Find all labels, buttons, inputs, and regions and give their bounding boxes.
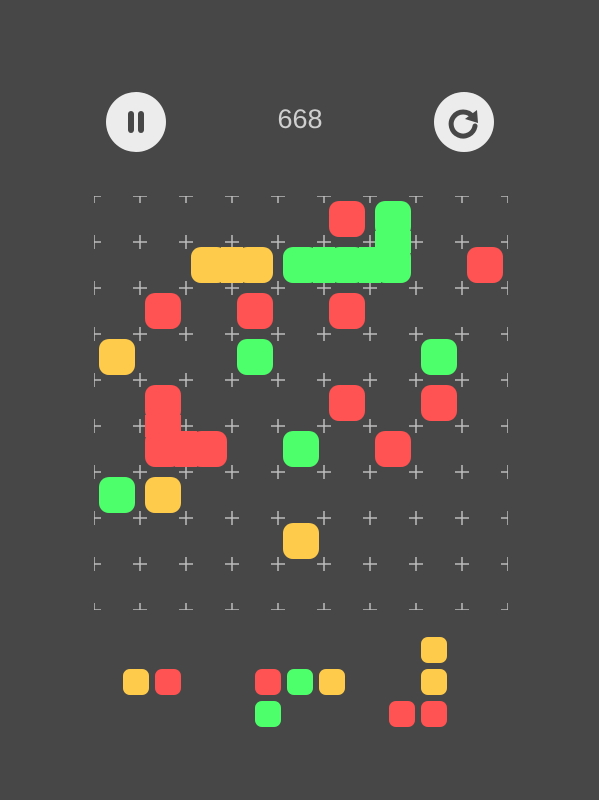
tray-block-yellow [319,669,345,695]
board-block-red [329,293,365,329]
board-block-joint [313,247,335,283]
board-block-green [421,339,457,375]
score-counter: 668 [277,104,323,134]
board-block-yellow [237,247,273,283]
tray-block-red [255,669,281,695]
board-block-red [237,293,273,329]
board-block-yellow [283,523,319,559]
board-block-joint [359,247,381,283]
pause-icon [128,111,144,133]
tray-block-yellow [421,637,447,663]
tray-block-yellow [421,669,447,695]
tray-block-yellow [123,669,149,695]
tray-block-red [421,701,447,727]
board-block-red [329,201,365,237]
board-block-green [99,477,135,513]
board-block-red [191,431,227,467]
board-block-green [283,431,319,467]
board-block-red [467,247,503,283]
board-block-yellow [145,477,181,513]
board-block-green [237,339,273,375]
board-block-red [329,385,365,421]
board-block-yellow [99,339,135,375]
restart-button[interactable] [434,92,494,152]
tray-block-green [255,701,281,727]
tray-block-red [155,669,181,695]
board-block-red [375,431,411,467]
tray-block-red [389,701,415,727]
board-block-red [145,293,181,329]
restart-icon [448,109,478,139]
board-block-red [421,385,457,421]
game-board[interactable] [94,196,508,610]
tray-block-green [287,669,313,695]
pause-button[interactable] [106,92,166,152]
